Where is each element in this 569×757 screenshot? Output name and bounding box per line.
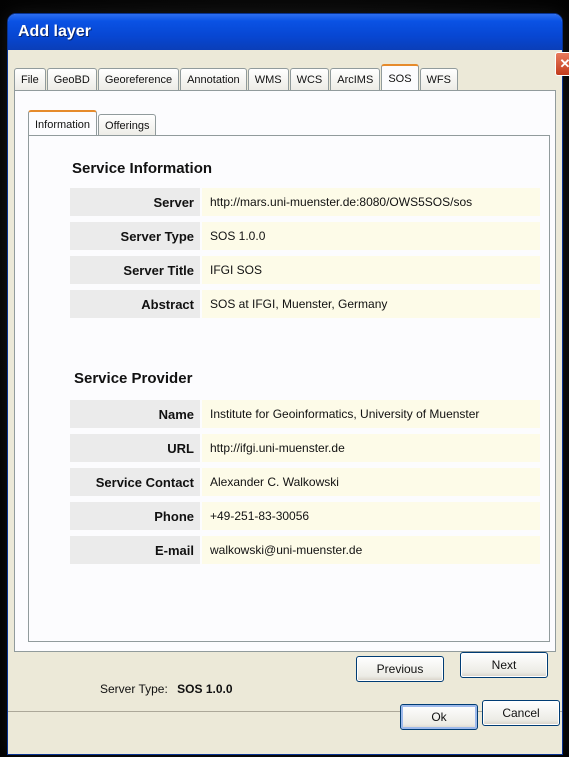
service-information-heading: Service Information — [72, 160, 213, 177]
screen: Add layer File GeoBD Georeference Annota… — [0, 0, 569, 757]
provider-row-name: Name Institute for Geoinformatics, Unive… — [70, 400, 540, 428]
window-title: Add layer — [18, 23, 91, 40]
row-label: URL — [70, 434, 200, 462]
info-row-server: Server http://mars.uni-muenster.de:8080/… — [70, 188, 540, 216]
outer-tab-strip: File GeoBD Georeference Annotation WMS W… — [14, 64, 459, 91]
service-provider-heading: Service Provider — [74, 370, 193, 387]
service-information-table: Server http://mars.uni-muenster.de:8080/… — [70, 188, 540, 324]
provider-row-phone: Phone +49-251-83-30056 — [70, 502, 540, 530]
row-value: Institute for Geoinformatics, University… — [202, 400, 540, 428]
service-provider-table: Name Institute for Geoinformatics, Unive… — [70, 400, 540, 570]
row-label: Service Contact — [70, 468, 200, 496]
row-label: Name — [70, 400, 200, 428]
next-button[interactable]: Next — [460, 652, 548, 678]
row-value: IFGI SOS — [202, 256, 540, 284]
row-value: SOS at IFGI, Muenster, Germany — [202, 290, 540, 318]
previous-button[interactable]: Previous — [356, 656, 444, 682]
server-type-status-value: SOS 1.0.0 — [177, 682, 233, 696]
provider-row-url: URL http://ifgi.uni-muenster.de — [70, 434, 540, 462]
server-type-status: Server Type: SOS 1.0.0 — [100, 682, 233, 696]
row-value: http://ifgi.uni-muenster.de — [202, 434, 540, 462]
row-value: http://mars.uni-muenster.de:8080/OWS5SOS… — [202, 188, 540, 216]
info-row-server-title: Server Title IFGI SOS — [70, 256, 540, 284]
tab-sos[interactable]: SOS — [381, 64, 419, 91]
server-type-status-label: Server Type: — [100, 682, 168, 696]
row-label: E-mail — [70, 536, 200, 564]
tab-georeference[interactable]: Georeference — [97, 68, 180, 91]
row-label: Server — [70, 188, 200, 216]
row-value: SOS 1.0.0 — [202, 222, 540, 250]
tab-geobd[interactable]: GeoBD — [46, 68, 97, 91]
info-row-server-type: Server Type SOS 1.0.0 — [70, 222, 540, 250]
cancel-button[interactable]: Cancel — [482, 700, 560, 726]
tab-offerings[interactable]: Offerings — [98, 114, 157, 137]
tab-wfs[interactable]: WFS — [419, 68, 458, 91]
inner-tab-strip: Information Offerings — [28, 110, 157, 137]
tab-information[interactable]: Information — [28, 110, 98, 137]
info-row-abstract: Abstract SOS at IFGI, Muenster, Germany — [70, 290, 540, 318]
title-bar[interactable]: Add layer — [8, 14, 562, 50]
row-value: Alexander C. Walkowski — [202, 468, 540, 496]
row-value: +49-251-83-30056 — [202, 502, 540, 530]
row-label: Server Title — [70, 256, 200, 284]
ok-button[interactable]: Ok — [400, 704, 478, 730]
tab-arcims[interactable]: ArcIMS — [330, 68, 381, 91]
tab-wms[interactable]: WMS — [247, 68, 289, 91]
provider-row-email: E-mail walkowski@uni-muenster.de — [70, 536, 540, 564]
row-label: Server Type — [70, 222, 200, 250]
separator — [8, 711, 562, 712]
tab-annotation[interactable]: Annotation — [180, 68, 247, 91]
row-value: walkowski@uni-muenster.de — [202, 536, 540, 564]
row-label: Abstract — [70, 290, 200, 318]
add-layer-dialog: Add layer File GeoBD Georeference Annota… — [8, 14, 562, 754]
close-icon[interactable]: ✕ — [555, 52, 569, 76]
row-label: Phone — [70, 502, 200, 530]
tab-file[interactable]: File — [14, 68, 46, 91]
provider-row-contact: Service Contact Alexander C. Walkowski — [70, 468, 540, 496]
tab-wcs[interactable]: WCS — [289, 68, 330, 91]
